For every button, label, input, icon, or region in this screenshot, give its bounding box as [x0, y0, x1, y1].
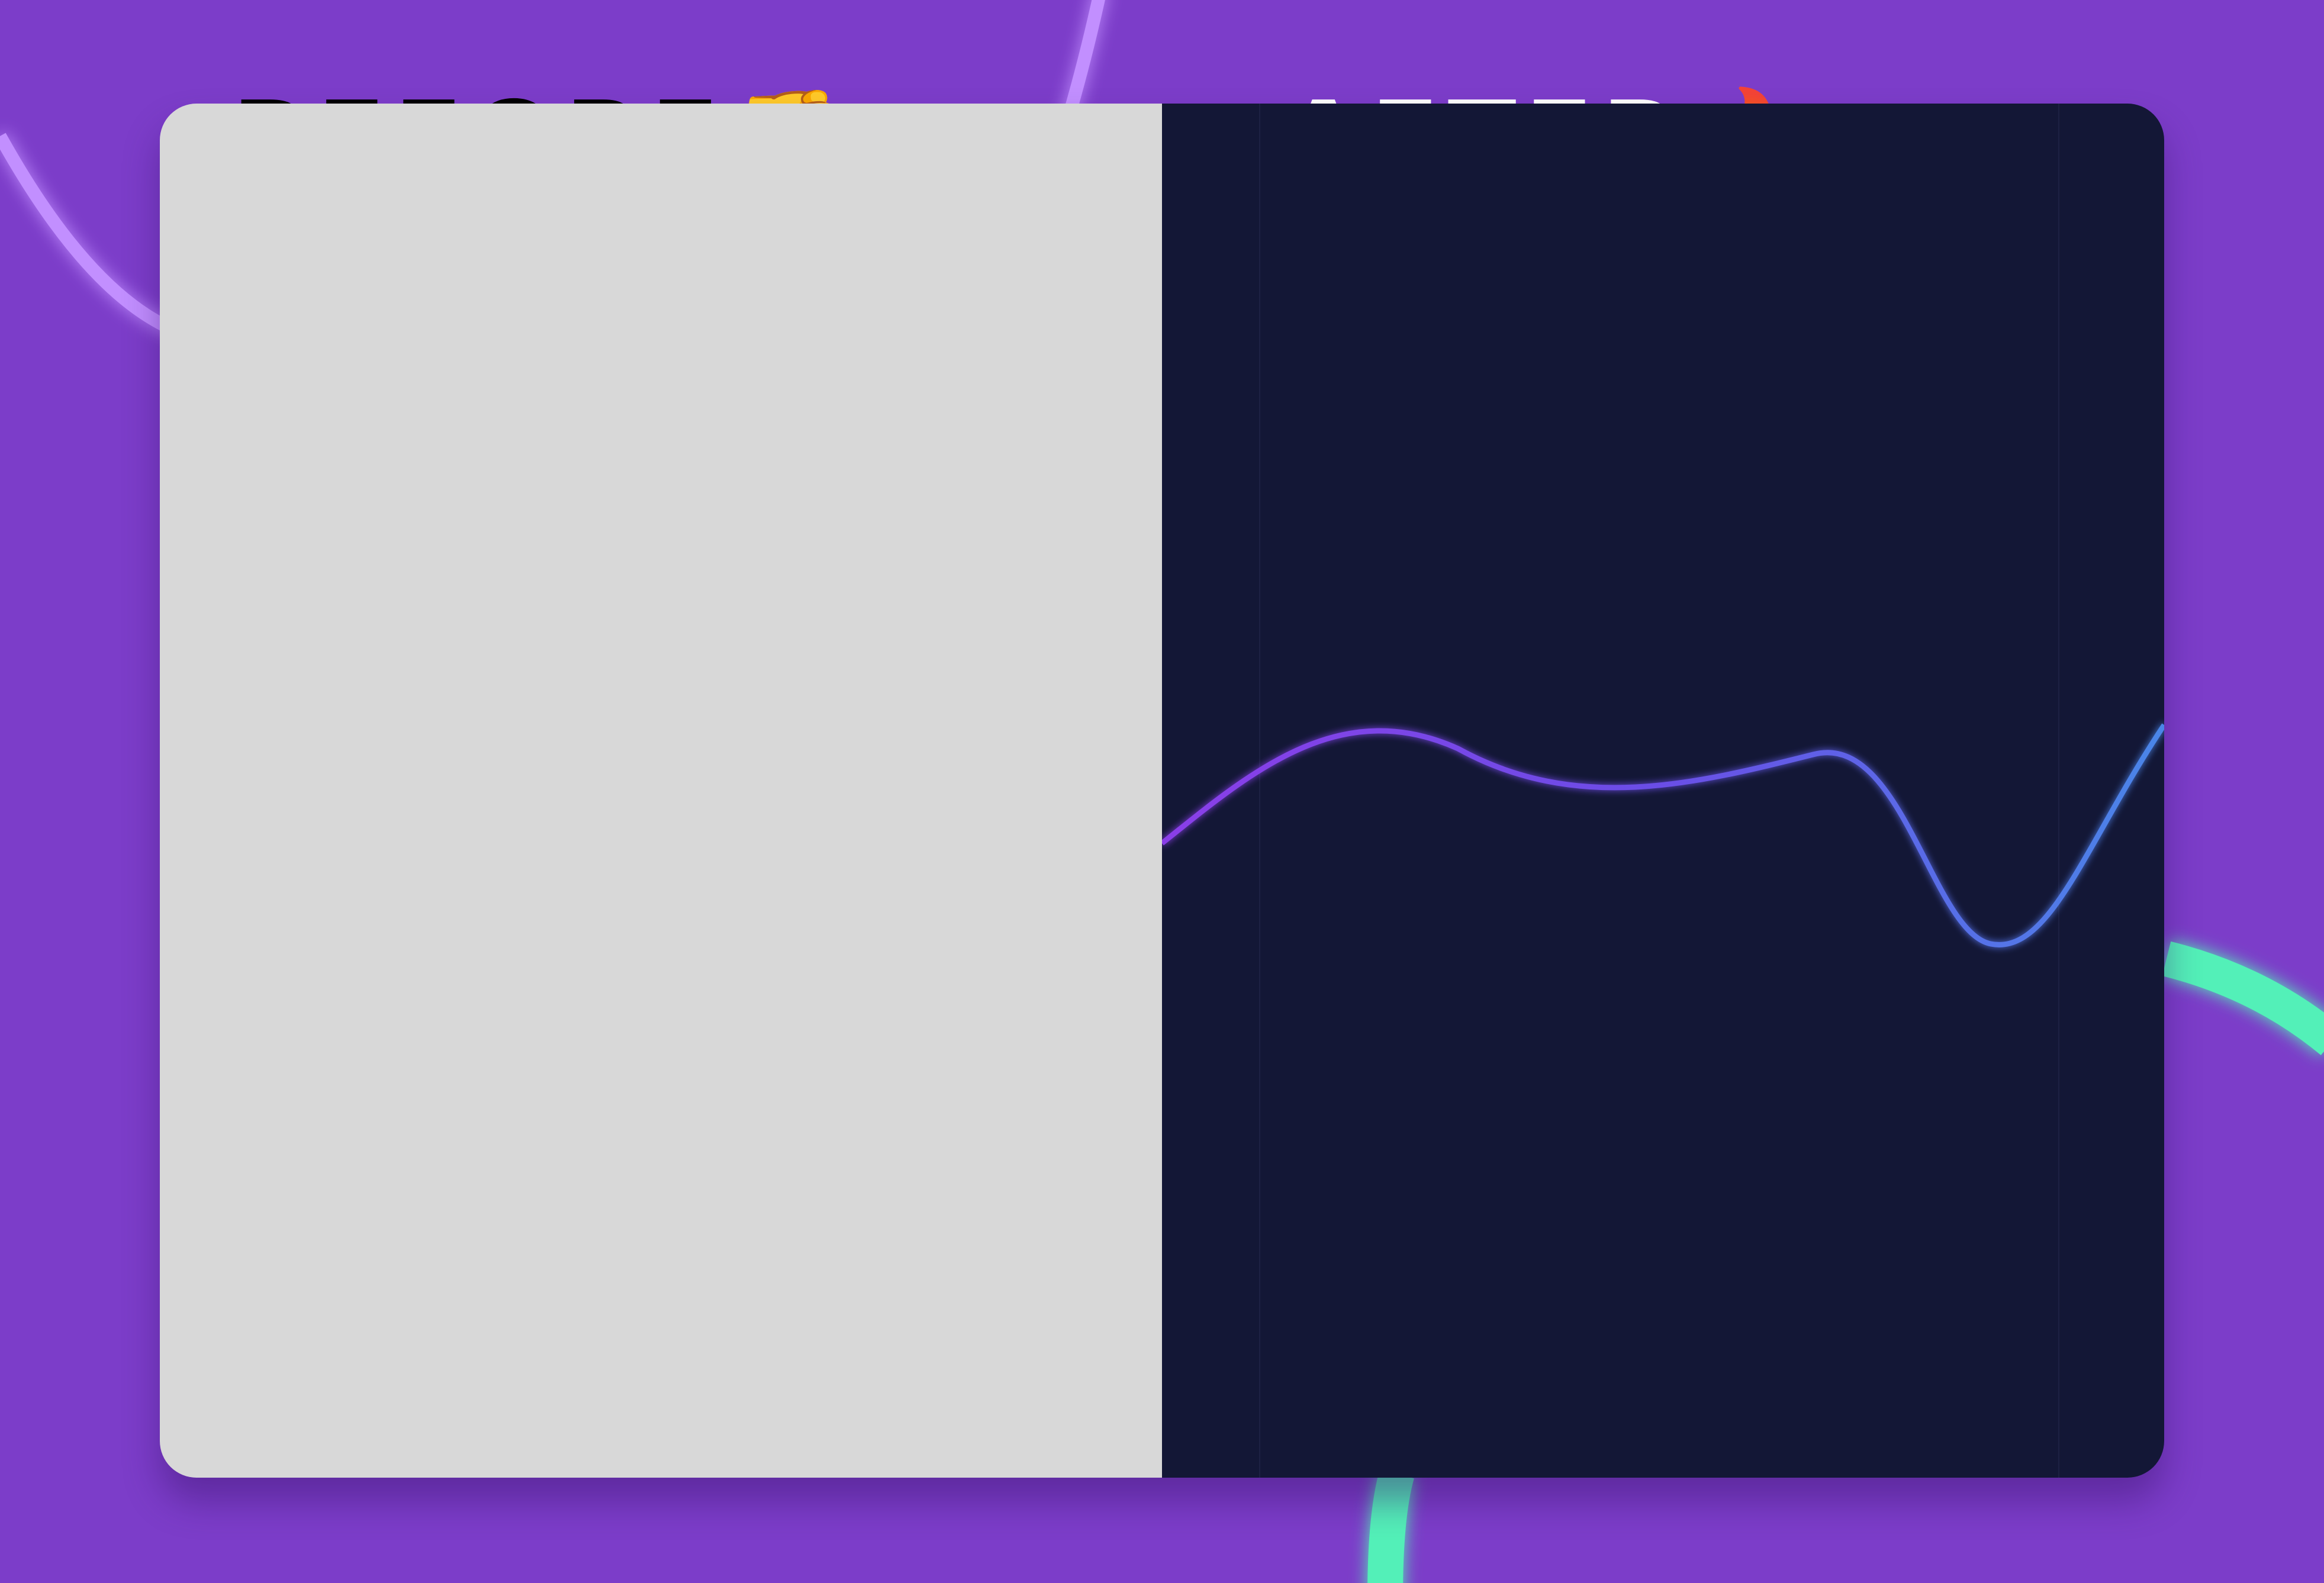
comparison-card: [160, 104, 2164, 1478]
before-panel: [160, 104, 1162, 1478]
wave-line: [1162, 723, 2164, 947]
after-panel: [1162, 104, 2164, 1478]
